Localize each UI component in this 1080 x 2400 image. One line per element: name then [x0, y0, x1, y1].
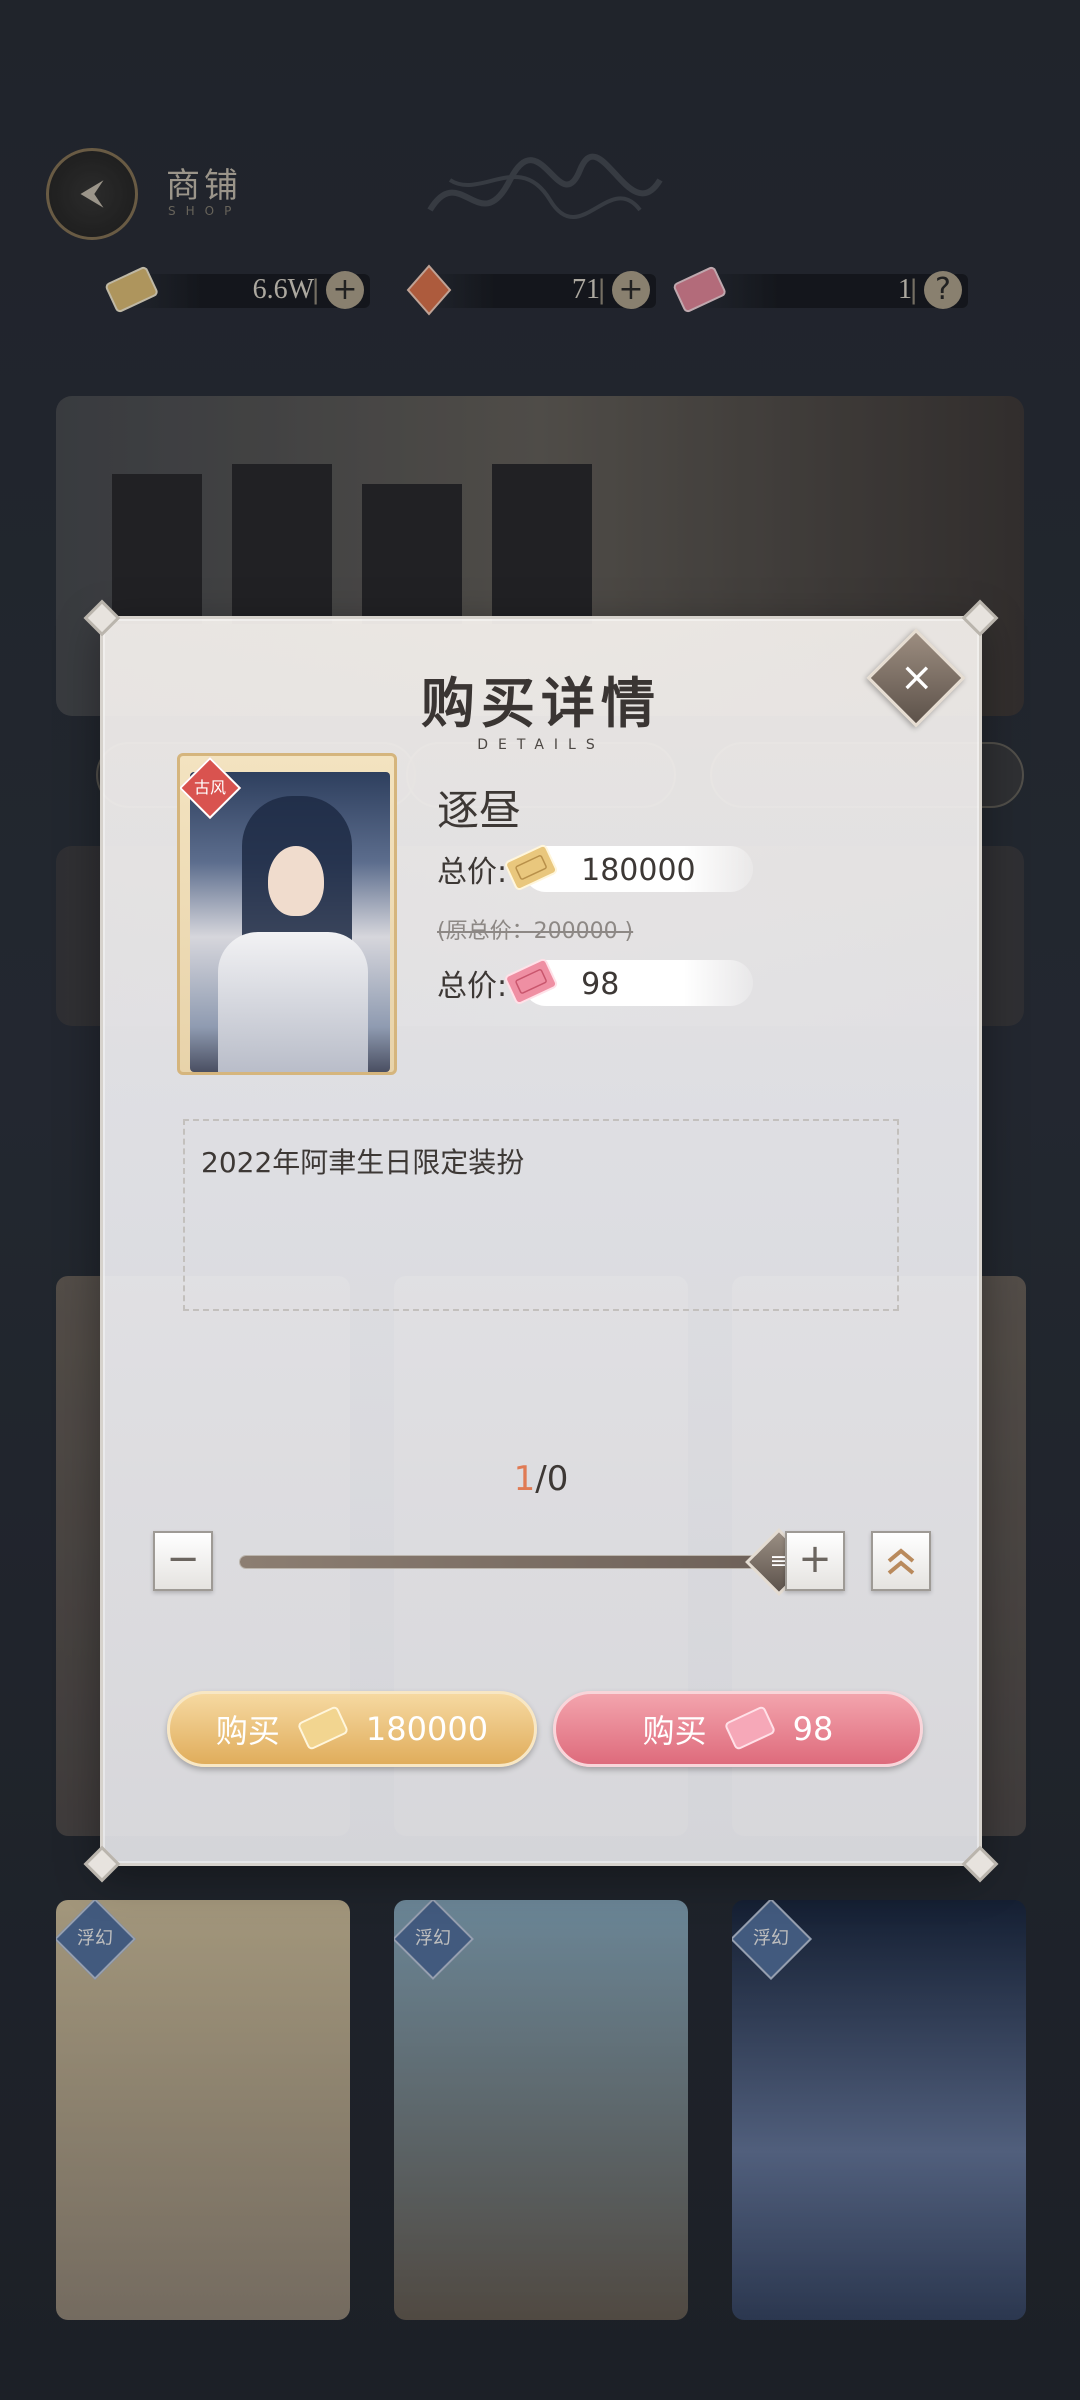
quantity-current: 1 — [513, 1459, 536, 1499]
coin-price-value: 180000 — [581, 853, 696, 888]
increase-button[interactable]: + — [785, 1531, 845, 1591]
plus-icon: + — [798, 1536, 832, 1582]
buy-label: 购买 — [215, 1712, 280, 1750]
slider-fill — [240, 1556, 778, 1568]
points-ticket-icon — [725, 1706, 775, 1750]
item-name: 逐昼 — [437, 786, 522, 835]
dialog-subtitle: DETAILS — [477, 737, 605, 753]
buy-with-points-button[interactable]: 购买 98 — [553, 1691, 923, 1767]
buy-point-amount: 98 — [792, 1710, 834, 1748]
quantity-max: 0 — [546, 1459, 569, 1499]
item-card: 古风 — [177, 753, 397, 1075]
point-price-row: 总价: 98 — [437, 955, 754, 1011]
point-price-pill: 98 — [505, 958, 754, 1006]
max-quantity-button[interactable] — [871, 1531, 931, 1591]
character-portrait — [190, 772, 390, 1072]
decrease-button[interactable]: − — [153, 1531, 213, 1591]
double-chevron-up-icon — [887, 1548, 915, 1575]
coin-price-row: 总价: 180000 — [437, 841, 754, 897]
buy-with-coins-button[interactable]: 购买 180000 — [167, 1691, 537, 1767]
dialog-title: 购买详情 — [421, 671, 661, 735]
original-price: (原总价：200000 ) — [437, 919, 634, 944]
minus-icon: − — [166, 1536, 200, 1582]
purchase-dialog: 购买详情 DETAILS × 古风 逐昼 总价: 180000 (原总价：200… — [83, 599, 999, 1883]
description-box: 2022年阿聿生日限定装扮 — [183, 1119, 899, 1311]
coin-ticket-icon — [298, 1706, 348, 1750]
buy-coin-amount: 180000 — [365, 1710, 489, 1748]
close-icon: × — [899, 654, 934, 701]
quantity-display: 1/0 — [513, 1459, 569, 1499]
price-label: 总价: — [437, 855, 508, 890]
coin-ticket-icon — [505, 844, 558, 890]
buy-label: 购买 — [642, 1712, 707, 1750]
point-price-value: 98 — [581, 967, 620, 1002]
price-label: 总价: — [437, 969, 508, 1004]
points-ticket-icon — [505, 958, 558, 1004]
coin-price-pill: 180000 — [505, 844, 754, 892]
quantity-slider[interactable] — [239, 1555, 779, 1569]
item-description: 2022年阿聿生日限定装扮 — [201, 1146, 525, 1179]
